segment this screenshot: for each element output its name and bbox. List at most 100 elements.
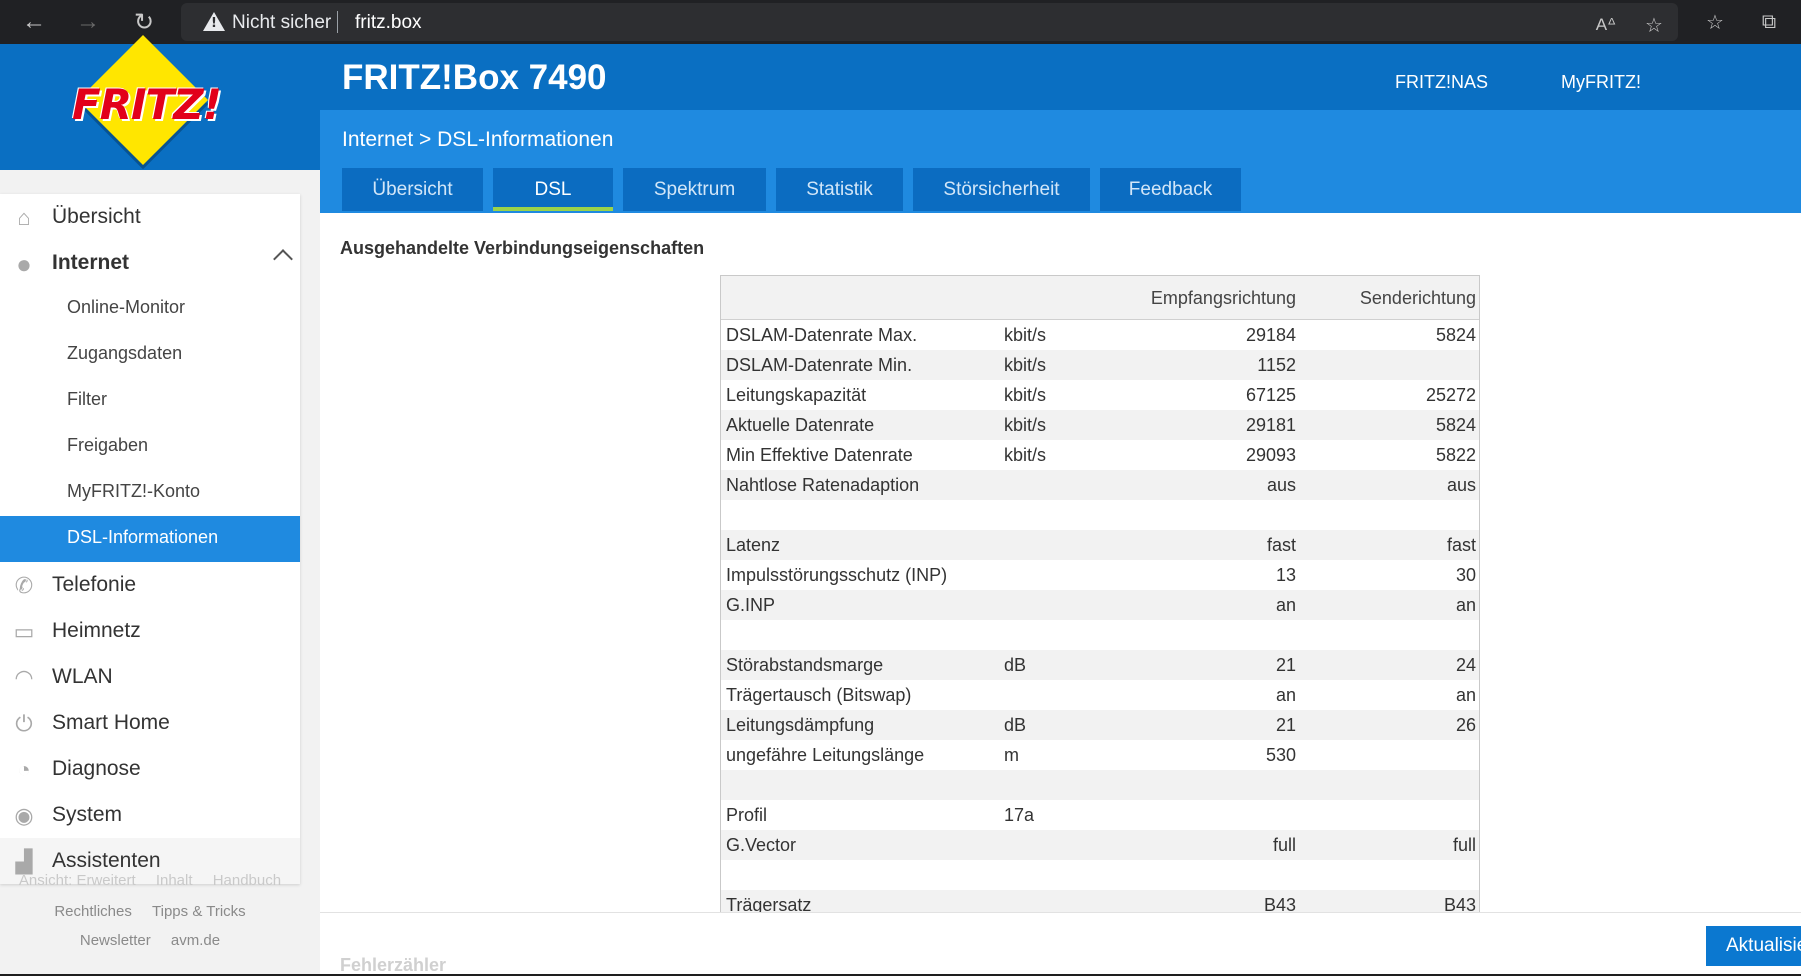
table-cell: 67125 xyxy=(1245,385,1296,405)
table-cell: 26 xyxy=(1455,715,1476,735)
forward-arrow-icon[interactable]: → xyxy=(72,6,104,38)
fritz-logo[interactable]: FRITZ! xyxy=(72,80,222,129)
tab-statistik[interactable]: Statistik xyxy=(776,168,903,211)
table-row xyxy=(721,620,1479,650)
refresh-button[interactable]: Aktualisieren xyxy=(1706,926,1801,966)
phone-icon: ✆ xyxy=(14,573,34,598)
table-cell: an xyxy=(1275,685,1296,705)
table-cell: Min Effektive Datenrate xyxy=(726,445,913,465)
sidebar-item-label: Telefonie xyxy=(52,573,137,596)
breadcrumb: Internet > DSL-Informationen xyxy=(342,128,614,151)
table-row: Nahtlose Ratenadaption aus aus xyxy=(721,470,1479,500)
table-cell: Leitungsdämpfung xyxy=(726,715,875,735)
table-row: Impulsstörungsschutz (INP) 13 30 xyxy=(721,560,1479,590)
sidebar-item-label: WLAN xyxy=(52,665,113,688)
table-row: DSLAM-Datenrate Min. kbit/s 1152 xyxy=(721,350,1479,380)
sidebar-item-label: Internet xyxy=(52,251,130,274)
newsletter-link[interactable]: Newsletter xyxy=(80,932,151,949)
collections-icon[interactable]: ⧉ xyxy=(1754,7,1784,37)
address-bar[interactable]: Nicht sicher fritz.box Aᐞ ☆ xyxy=(181,3,1678,41)
sidebar: ⌂ Übersicht ● Internet Online-Monitor Zu… xyxy=(0,194,300,884)
table-cell: kbit/s xyxy=(1004,445,1047,465)
add-favorite-icon[interactable]: ☆ xyxy=(1639,10,1669,40)
legal-link[interactable]: Rechtliches xyxy=(54,903,132,920)
table-cell: Profil xyxy=(726,805,768,825)
table-cell: 24 xyxy=(1455,655,1476,675)
sidebar-item-internet[interactable]: ● Internet xyxy=(0,240,300,286)
column-header-empfang: Empfangsrichtung xyxy=(1150,288,1296,308)
table-cell: Trägertausch (Bitswap) xyxy=(726,685,912,705)
chevron-up-icon[interactable] xyxy=(273,249,293,269)
sidebar-subitem-filter[interactable]: Filter xyxy=(0,378,300,424)
table-row xyxy=(721,770,1479,800)
sidebar-item-smart-home[interactable]: ⏻ Smart Home xyxy=(0,700,300,746)
sidebar-subitem-label: Online-Monitor xyxy=(67,297,186,317)
sidebar-subitem-dsl-informationen[interactable]: DSL-Informationen xyxy=(0,516,300,562)
sidebar-subitem-myfritz-konto[interactable]: MyFRITZ!-Konto xyxy=(0,470,300,516)
table-cell: an xyxy=(1455,595,1476,615)
avm-link[interactable]: avm.de xyxy=(171,932,220,949)
read-aloud-icon[interactable]: Aᐞ xyxy=(1591,10,1621,40)
top-header: FRITZ!Box 7490 FRITZ!NAS MyFRITZ! xyxy=(320,44,1801,110)
tab-uebersicht[interactable]: Übersicht xyxy=(342,168,483,211)
view-mode-link[interactable]: Ansicht: Erweitert xyxy=(19,872,136,889)
sidebar-subitem-label: Filter xyxy=(67,389,107,409)
table-row: DSLAM-Datenrate Max. kbit/s 29184 5824 xyxy=(721,320,1479,350)
sidebar-item-wlan[interactable]: ◠ WLAN xyxy=(0,654,300,700)
product-title: FRITZ!Box 7490 xyxy=(342,58,607,97)
contents-link[interactable]: Inhalt xyxy=(156,872,193,889)
sidebar-item-label: Übersicht xyxy=(52,205,141,228)
back-arrow-icon[interactable]: ← xyxy=(18,6,50,38)
table-cell: 29184 xyxy=(1245,325,1296,345)
fritznas-link[interactable]: FRITZ!NAS xyxy=(1395,72,1488,93)
myfritz-link[interactable]: MyFRITZ! xyxy=(1561,72,1641,93)
sidebar-subitem-label: Zugangsdaten xyxy=(67,343,183,363)
url-text[interactable]: fritz.box xyxy=(355,12,422,34)
sidebar-subitem-zugangsdaten[interactable]: Zugangsdaten xyxy=(0,332,300,378)
table-row: G.Vector full full xyxy=(721,830,1479,860)
next-section-title: Fehlerzähler xyxy=(340,955,447,975)
sidebar-item-label: System xyxy=(52,803,123,826)
table-cell: m xyxy=(1004,745,1019,765)
sidebar-item-label: Smart Home xyxy=(52,711,170,734)
power-icon: ⏻ xyxy=(15,711,33,736)
globe-icon: ● xyxy=(16,248,32,279)
manual-link[interactable]: Handbuch xyxy=(213,872,281,889)
table-cell: an xyxy=(1455,685,1476,705)
tab-feedback[interactable]: Feedback xyxy=(1100,168,1241,211)
sidebar-item-uebersicht[interactable]: ⌂ Übersicht xyxy=(0,194,300,240)
table-cell: 29181 xyxy=(1245,415,1296,435)
favorites-icon[interactable]: ☆ xyxy=(1700,7,1730,37)
tab-stoersicherheit[interactable]: Störsicherheit xyxy=(913,168,1090,211)
table-cell: fast xyxy=(1446,535,1476,555)
tips-link[interactable]: Tipps & Tricks xyxy=(152,903,246,920)
sidebar-item-heimnetz[interactable]: ▭ Heimnetz xyxy=(0,608,300,654)
tab-dsl[interactable]: DSL xyxy=(493,168,613,211)
sidebar-item-diagnose[interactable]: ◔ Diagnose xyxy=(0,746,300,792)
sidebar-footer-row-1: Rechtliches Tipps & Tricks xyxy=(0,903,300,920)
warning-icon[interactable] xyxy=(203,12,225,31)
sidebar-footer-row-2: Newsletter avm.de xyxy=(0,932,300,949)
table-row: Profil 17a xyxy=(721,800,1479,830)
table-cell: 5824 xyxy=(1435,325,1476,345)
sidebar-item-telefonie[interactable]: ✆ Telefonie xyxy=(0,562,300,608)
browser-toolbar: ← → ↻ Nicht sicher fritz.box Aᐞ ☆ ☆ ⧉ xyxy=(0,0,1801,44)
table-cell: kbit/s xyxy=(1004,415,1047,435)
table-cell: 21 xyxy=(1275,655,1296,675)
reload-icon[interactable]: ↻ xyxy=(128,6,160,38)
table-row: Störabstandsmarge dB 21 24 xyxy=(721,650,1479,680)
tab-spektrum[interactable]: Spektrum xyxy=(623,168,766,211)
sidebar-item-system[interactable]: ◉ System xyxy=(0,792,300,838)
table-cell: ungefähre Leitungslänge xyxy=(726,745,925,765)
table-cell: 17a xyxy=(1004,805,1035,825)
column-header-sende: Senderichtung xyxy=(1359,288,1476,308)
sidebar-subitem-label: DSL-Informationen xyxy=(67,527,219,547)
sidebar-subitem-freigaben[interactable]: Freigaben xyxy=(0,424,300,470)
table-cell: kbit/s xyxy=(1004,355,1047,375)
table-cell: aus xyxy=(1446,475,1476,495)
security-label[interactable]: Nicht sicher xyxy=(232,12,331,34)
sidebar-item-label: Diagnose xyxy=(52,757,141,780)
table-cell: kbit/s xyxy=(1004,325,1047,345)
table-cell: full xyxy=(1452,835,1476,855)
sidebar-subitem-online-monitor[interactable]: Online-Monitor xyxy=(0,286,300,332)
